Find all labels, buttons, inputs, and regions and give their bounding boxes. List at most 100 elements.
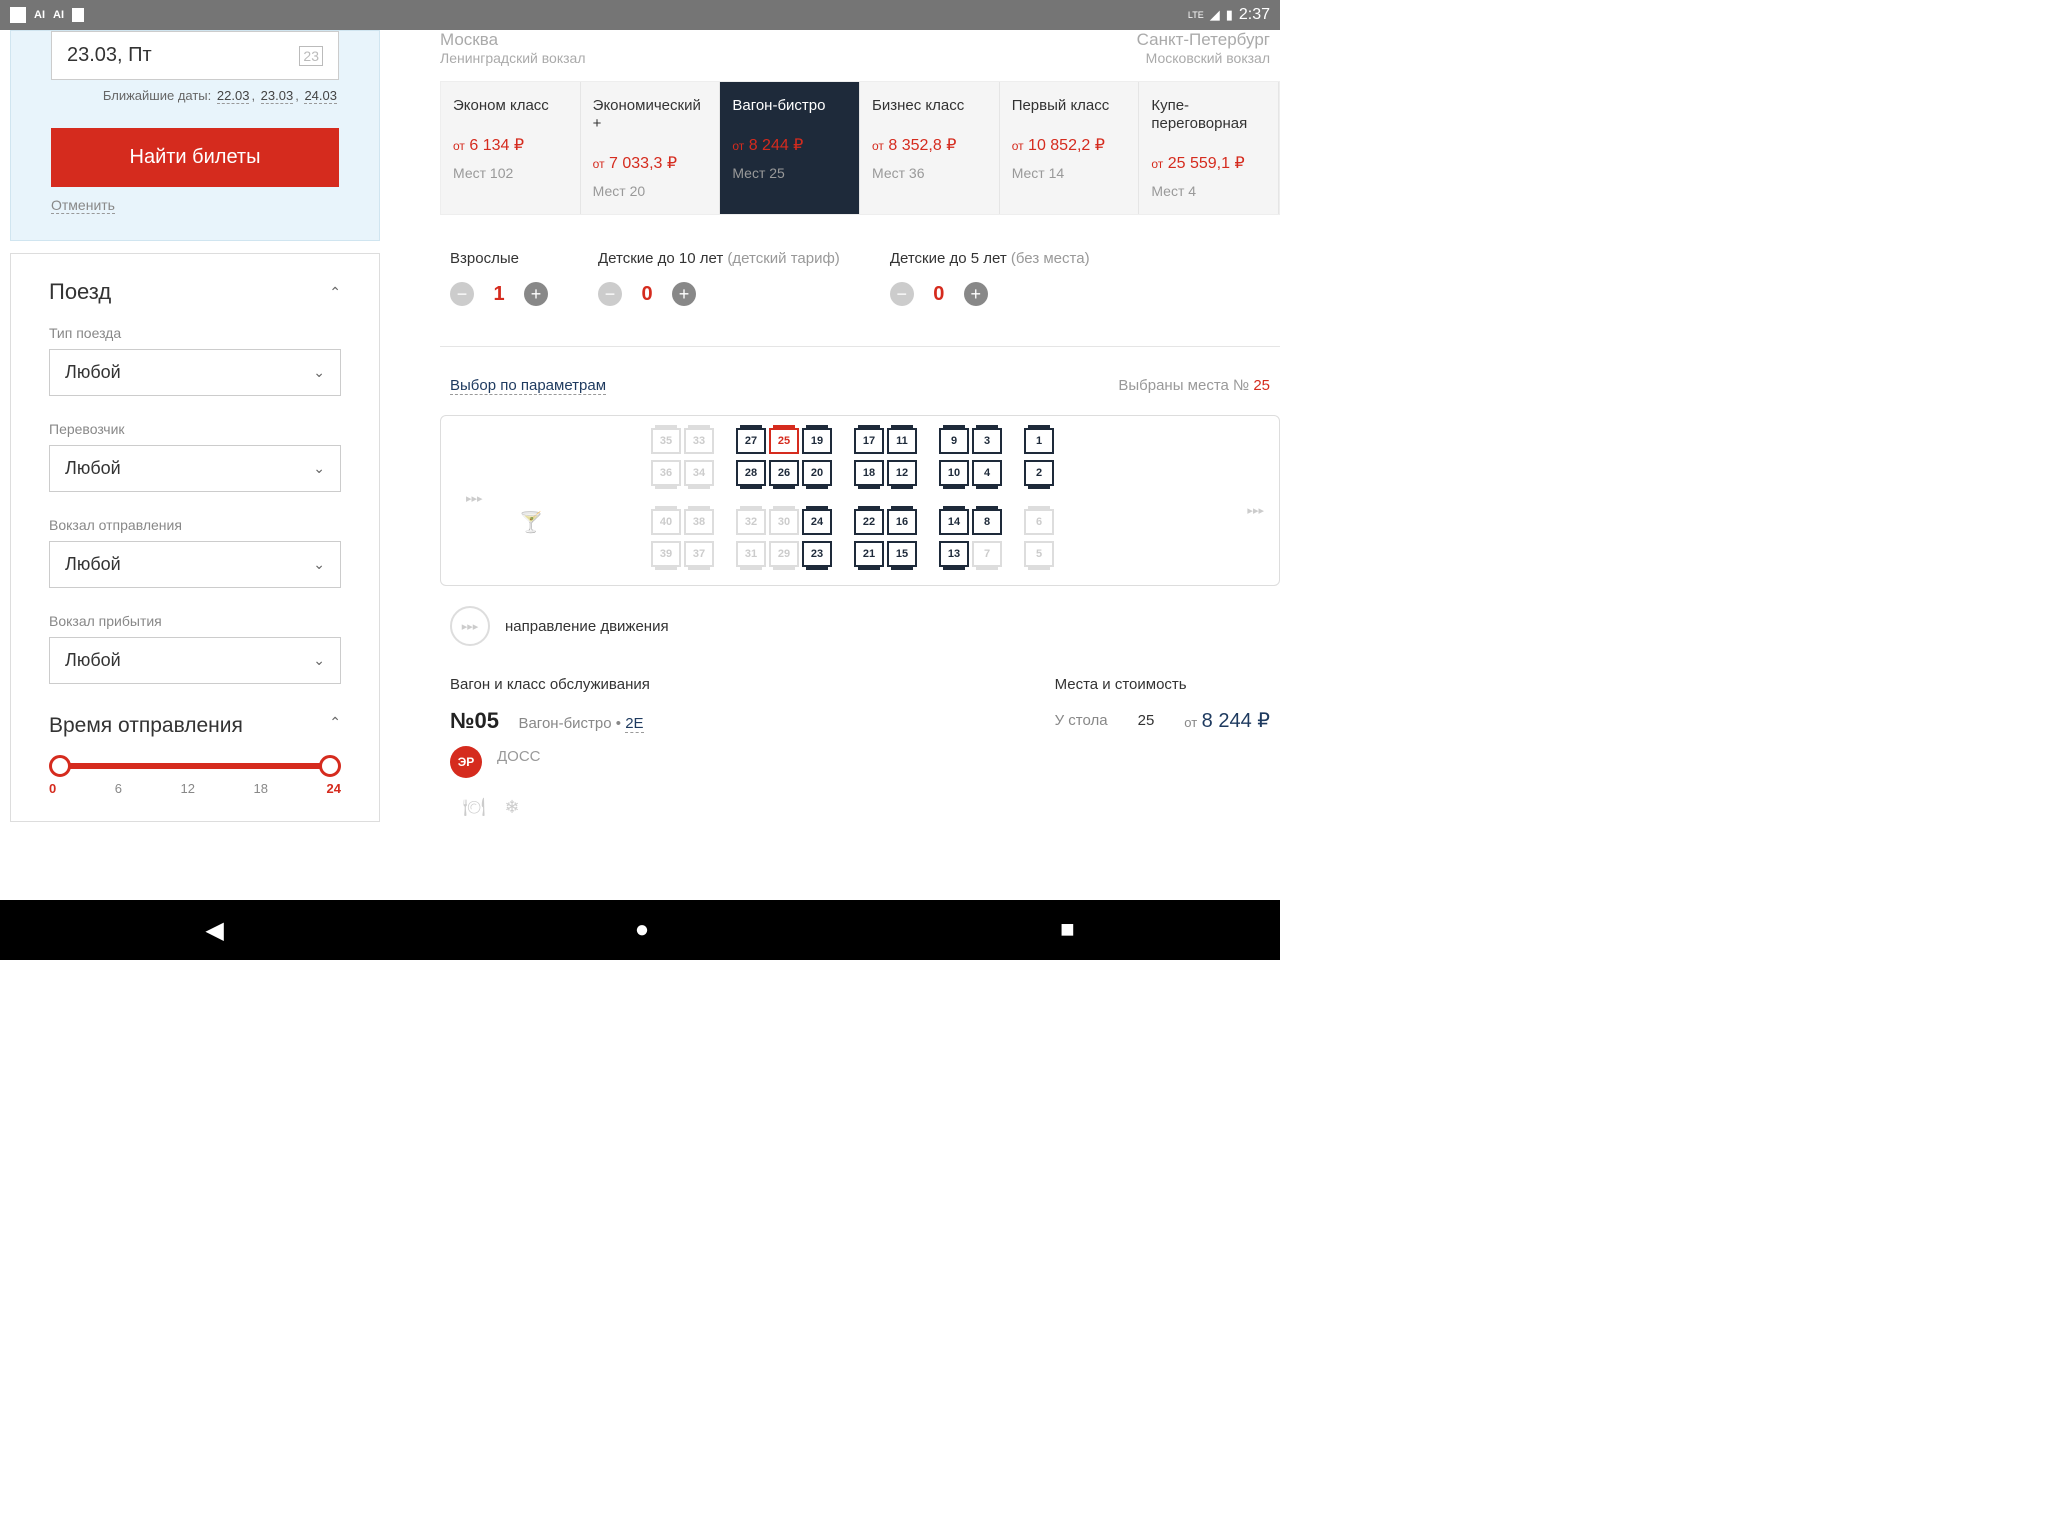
back-button[interactable]: ◀ <box>205 916 223 945</box>
train-type-select[interactable]: Любой ⌄ <box>49 349 341 396</box>
seat-26[interactable]: 26 <box>769 460 799 486</box>
seat-11[interactable]: 11 <box>887 428 917 454</box>
class-tab-1[interactable]: Экономический +от 7 033,3 ₽Мест 20 <box>581 82 721 214</box>
nearest-dates: Ближайшие даты: 22.03, 23.03, 24.03 <box>51 88 339 103</box>
carrier-label: Перевозчик <box>49 421 341 437</box>
chevron-down-icon: ⌄ <box>313 652 325 669</box>
carrier-select[interactable]: Любой ⌄ <box>49 445 341 492</box>
dep-time-title[interactable]: Время отправления ⌃ <box>49 714 341 738</box>
chevron-up-icon: ⌃ <box>329 284 341 301</box>
seat-36: 36 <box>651 460 681 486</box>
seat-32: 32 <box>736 509 766 535</box>
seat-10[interactable]: 10 <box>939 460 969 486</box>
seat-24[interactable]: 24 <box>802 509 832 535</box>
adults-label: Взрослые <box>450 250 548 267</box>
seat-38: 38 <box>684 509 714 535</box>
chevron-down-icon: ⌄ <box>313 364 325 381</box>
seat-27[interactable]: 27 <box>736 428 766 454</box>
seat-16[interactable]: 16 <box>887 509 917 535</box>
time-slider[interactable] <box>57 763 333 769</box>
seat-13[interactable]: 13 <box>939 541 969 567</box>
car-code-link[interactable]: 2Е <box>625 715 643 733</box>
seat-37: 37 <box>684 541 714 567</box>
signal-icon: ◢ <box>1210 7 1220 23</box>
chevron-down-icon: ⌄ <box>313 460 325 477</box>
search-button[interactable]: Найти билеты <box>51 128 339 187</box>
slider-labels: 0 6 12 18 24 <box>49 781 341 796</box>
seat-12[interactable]: 12 <box>887 460 917 486</box>
seat-7: 7 <box>972 541 1002 567</box>
train-filter-title[interactable]: Поезд ⌃ <box>49 279 341 305</box>
seat-17[interactable]: 17 <box>854 428 884 454</box>
seat-20[interactable]: 20 <box>802 460 832 486</box>
seat-35: 35 <box>651 428 681 454</box>
param-selection-link[interactable]: Выбор по параметрам <box>450 377 606 395</box>
cancel-link[interactable]: Отменить <box>51 197 115 214</box>
car-title: Вагон и класс обслуживания <box>450 676 650 693</box>
slider-handle-min[interactable] <box>49 755 71 777</box>
seat-25[interactable]: 25 <box>769 428 799 454</box>
filters-panel: Поезд ⌃ Тип поезда Любой ⌄ Перевозчик Лю… <box>10 253 380 822</box>
infants-label: Детские до 5 лет (без места) <box>890 250 1090 267</box>
class-tab-4[interactable]: Первый классот 10 852,2 ₽Мест 14 <box>1000 82 1140 214</box>
class-tab-2[interactable]: Вагон-бистроот 8 244 ₽Мест 25 <box>720 82 860 214</box>
adults-plus[interactable]: + <box>524 282 548 306</box>
seat-14[interactable]: 14 <box>939 509 969 535</box>
direction-arrows-icon: ▸▸▸ <box>466 492 1269 505</box>
direction-icon: ▸▸▸ <box>450 606 490 646</box>
seat-21[interactable]: 21 <box>854 541 884 567</box>
car-class: Вагон-бистро • 2Е <box>518 715 643 732</box>
seat-30: 30 <box>769 509 799 535</box>
slider-handle-max[interactable] <box>319 755 341 777</box>
date-link-2[interactable]: 23.03 <box>261 88 294 104</box>
bar-icon: 🍸 <box>519 510 544 535</box>
seat-3[interactable]: 3 <box>972 428 1002 454</box>
ac-icon: ❄ <box>498 793 526 821</box>
class-tab-0[interactable]: Эконом классот 6 134 ₽Мест 102 <box>441 82 581 214</box>
to-city: Санкт-Петербург <box>1137 30 1270 50</box>
seat-22[interactable]: 22 <box>854 509 884 535</box>
app-icon <box>10 7 26 23</box>
date-link-1[interactable]: 22.03 <box>217 88 250 104</box>
infants-plus[interactable]: + <box>964 282 988 306</box>
lte-indicator: LTE <box>1188 10 1204 20</box>
infants-minus[interactable]: − <box>890 282 914 306</box>
seat-33: 33 <box>684 428 714 454</box>
seat-28[interactable]: 28 <box>736 460 766 486</box>
battery-icon: ▮ <box>1226 7 1233 23</box>
children-plus[interactable]: + <box>672 282 696 306</box>
adults-count: 1 <box>489 283 509 306</box>
seat-4[interactable]: 4 <box>972 460 1002 486</box>
children-minus[interactable]: − <box>598 282 622 306</box>
seat-1[interactable]: 1 <box>1024 428 1054 454</box>
class-tab-5[interactable]: Купе-переговорнаяот 25 559,1 ₽Мест 4 <box>1139 82 1279 214</box>
from-city: Москва <box>440 30 585 50</box>
route-header: Москва Ленинградский вокзал Санкт-Петерб… <box>440 30 1280 81</box>
seat-2[interactable]: 2 <box>1024 460 1054 486</box>
seat-39: 39 <box>651 541 681 567</box>
class-tabs: Эконом классот 6 134 ₽Мест 102Экономичес… <box>440 81 1280 215</box>
recent-button[interactable]: ■ <box>1060 916 1075 944</box>
price-title: Места и стоимость <box>1055 676 1270 693</box>
clock: 2:37 <box>1239 6 1270 24</box>
seat-8[interactable]: 8 <box>972 509 1002 535</box>
seat-5: 5 <box>1024 541 1054 567</box>
dep-station-select[interactable]: Любой ⌄ <box>49 541 341 588</box>
seat-18[interactable]: 18 <box>854 460 884 486</box>
android-nav-bar: ◀ ● ■ <box>0 900 1280 960</box>
home-button[interactable]: ● <box>635 916 650 944</box>
date-link-3[interactable]: 24.03 <box>304 88 337 104</box>
date-input[interactable]: 23.03, Пт 23 <box>51 31 339 80</box>
seat-15[interactable]: 15 <box>887 541 917 567</box>
date-value: 23.03, Пт <box>67 44 152 67</box>
class-tab-3[interactable]: Бизнес классот 8 352,8 ₽Мест 36 <box>860 82 1000 214</box>
from-station: Ленинградский вокзал <box>440 50 585 66</box>
sd-icon <box>72 8 84 22</box>
adults-minus[interactable]: − <box>450 282 474 306</box>
seat-19[interactable]: 19 <box>802 428 832 454</box>
seat-9[interactable]: 9 <box>939 428 969 454</box>
seat-23[interactable]: 23 <box>802 541 832 567</box>
train-type-label: Тип поезда <box>49 325 341 341</box>
seat-40: 40 <box>651 509 681 535</box>
arr-station-select[interactable]: Любой ⌄ <box>49 637 341 684</box>
